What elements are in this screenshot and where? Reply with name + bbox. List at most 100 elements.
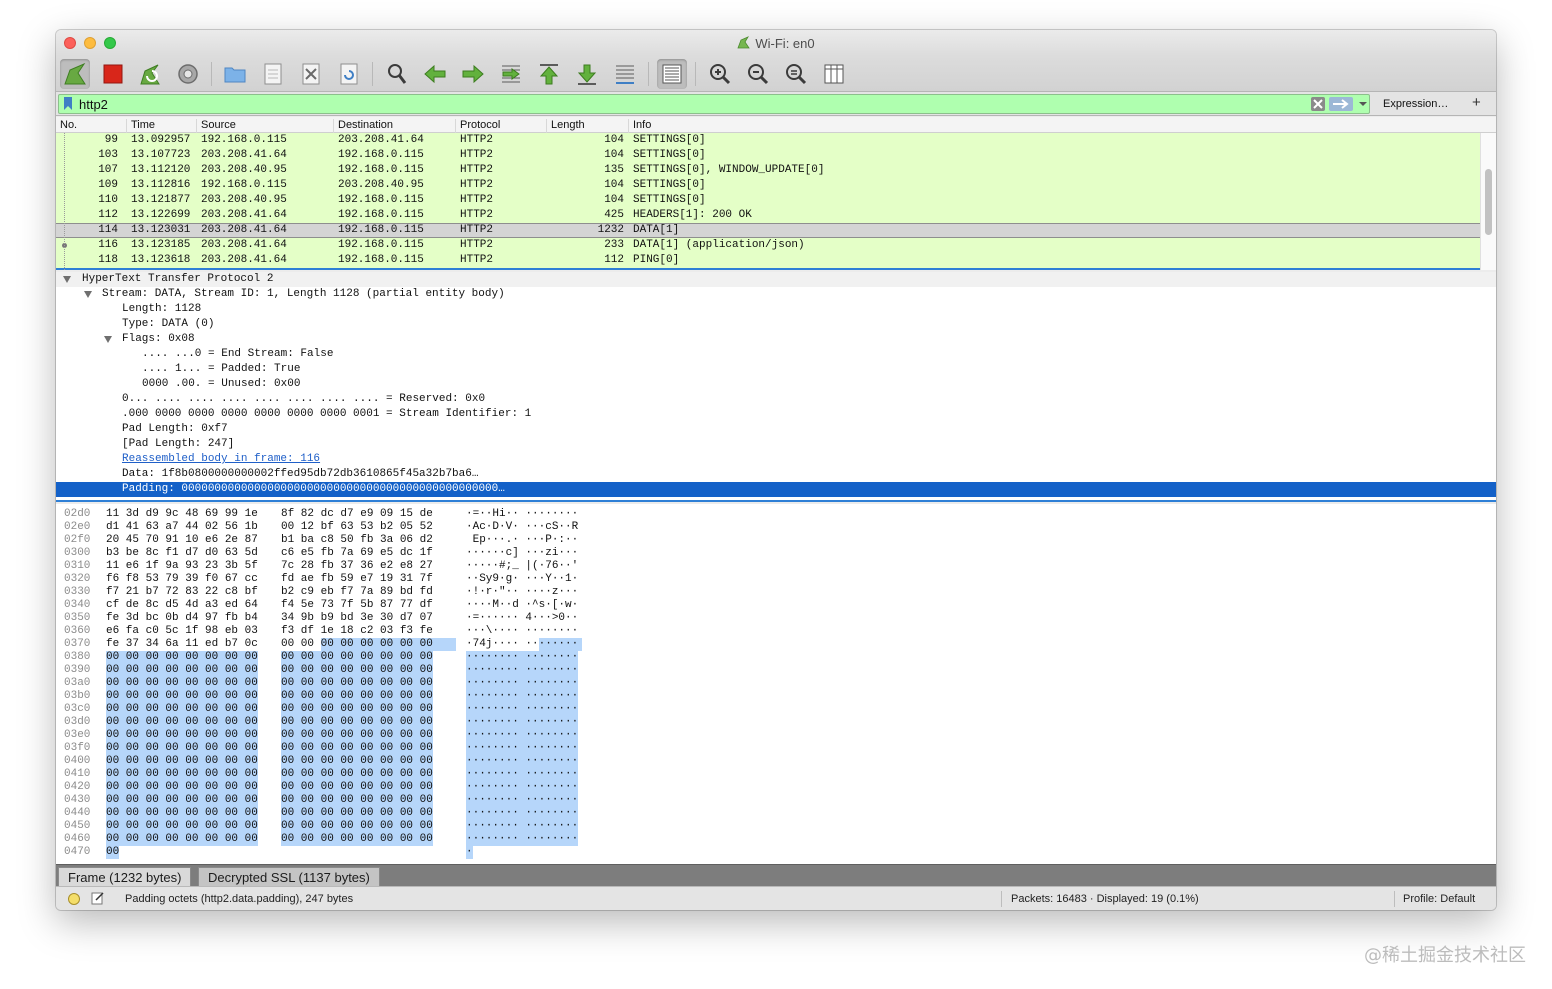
restart-capture-button[interactable] (135, 59, 165, 89)
detail-row[interactable]: Pad Length: 0xf7 (56, 422, 1496, 437)
zoom-in-button[interactable] (705, 59, 735, 89)
hex-row[interactable]: 0340 cf de 8c d5 4d a3 ed 64 f4 5e 73 7f 5… (56, 599, 1496, 612)
go-forward-button[interactable] (458, 59, 488, 89)
hex-row[interactable]: 0400 00 00 00 00 00 00 00 00 00 00 00 00 0… (56, 755, 1496, 768)
packet-row[interactable]: 118 13.123618 203.208.41.64 192.168.0.115 HT… (56, 253, 1480, 268)
col-header-time[interactable]: Time (126, 119, 196, 133)
hex-offset: 0320 (64, 573, 91, 585)
detail-row[interactable]: Stream: DATA, Stream ID: 1, Length 1128 … (56, 287, 1496, 302)
packet-cell-info: PING[0] (633, 254, 680, 266)
packet-row[interactable]: 116 13.123185 203.208.41.64 192.168.0.115 HT… (56, 238, 1480, 253)
detail-row[interactable]: [Pad Length: 247] (56, 437, 1496, 452)
save-file-button[interactable] (258, 59, 288, 89)
hex-row[interactable]: 0320 f6 f8 53 79 39 f0 67 cc fd ae fb 59 e… (56, 573, 1496, 586)
detail-row[interactable]: Type: DATA (0) (56, 317, 1496, 332)
clear-filter-icon[interactable] (1311, 97, 1325, 111)
hex-row[interactable]: 0380 00 00 00 00 00 00 00 00 00 00 00 00 0… (56, 651, 1496, 664)
expression-button[interactable]: Expression… (1383, 98, 1448, 110)
packet-row[interactable]: 109 13.112816 192.168.0.115 203.208.40.95 HT… (56, 178, 1480, 193)
hex-row[interactable]: 02e0 d1 41 63 a7 44 02 56 1b 00 12 bf 63 5… (56, 521, 1496, 534)
detail-row-selected[interactable]: Padding: 0000000000000000000000000000000… (56, 482, 1496, 497)
packet-cell-src: 192.168.0.115 (201, 179, 287, 191)
zoom-out-button[interactable] (743, 59, 773, 89)
detail-row[interactable]: HyperText Transfer Protocol 2 (56, 272, 1496, 287)
hex-row[interactable]: 03f0 00 00 00 00 00 00 00 00 00 00 00 00 0… (56, 742, 1496, 755)
capture-comment-icon[interactable] (91, 891, 105, 905)
packet-row[interactable]: 103 13.107723 203.208.41.64 192.168.0.115 HT… (56, 148, 1480, 163)
hex-row[interactable]: 0410 00 00 00 00 00 00 00 00 00 00 00 00 0… (56, 768, 1496, 781)
detail-row[interactable]: Reassembled body in frame: 116 (56, 452, 1496, 467)
hex-row[interactable]: 0310 11 e6 1f 9a 93 23 3b 5f 7c 28 fb 37 3… (56, 560, 1496, 573)
hex-row[interactable]: 03c0 00 00 00 00 00 00 00 00 00 00 00 00 0… (56, 703, 1496, 716)
detail-row[interactable]: .000 0000 0000 0000 0000 0000 0000 0001 … (56, 407, 1496, 422)
stop-capture-button[interactable] (98, 59, 128, 89)
expanded-triangle-icon[interactable] (84, 291, 92, 298)
display-filter-input[interactable] (79, 95, 1307, 113)
packet-row-selected[interactable]: 114 13.123031 203.208.41.64 192.168.0.115 HT… (56, 223, 1480, 238)
reassembled-frame-link[interactable]: Reassembled body in frame: 116 (122, 452, 320, 467)
filter-history-chevron-down-icon[interactable] (1357, 97, 1369, 111)
expanded-triangle-icon[interactable] (104, 336, 112, 343)
detail-row[interactable]: Length: 1128 (56, 302, 1496, 317)
tab-frame-bytes[interactable]: Frame (1232 bytes) (58, 867, 192, 886)
go-to-packet-button[interactable] (496, 59, 526, 89)
detail-row[interactable]: Flags: 0x08 (56, 332, 1496, 347)
detail-row[interactable]: 0... .... .... .... .... .... .... .... … (56, 392, 1496, 407)
hex-row[interactable]: 02f0 20 45 70 91 10 e6 2e 87 b1 ba c8 50 f… (56, 534, 1496, 547)
hex-row[interactable]: 0390 00 00 00 00 00 00 00 00 00 00 00 00 0… (56, 664, 1496, 677)
hex-row[interactable]: 0370 fe 37 34 6a 11 ed b7 0c 00 00 00 00 0… (56, 638, 1496, 651)
detail-row[interactable]: 0000 .00. = Unused: 0x00 (56, 377, 1496, 392)
packet-row[interactable]: 112 13.122699 203.208.41.64 192.168.0.115 HT… (56, 208, 1480, 223)
packet-row[interactable]: 110 13.121877 203.208.40.95 192.168.0.115 HT… (56, 193, 1480, 208)
reload-file-button[interactable] (334, 59, 364, 89)
status-profile[interactable]: Profile: Default (1403, 893, 1475, 905)
packet-list-scrollbar[interactable] (1480, 133, 1496, 270)
col-header-source[interactable]: Source (196, 119, 333, 133)
col-header-no[interactable]: No. (56, 119, 126, 133)
colorize-button[interactable] (657, 59, 687, 89)
hex-row[interactable]: 0420 00 00 00 00 00 00 00 00 00 00 00 00 0… (56, 781, 1496, 794)
go-last-button[interactable] (572, 59, 602, 89)
detail-row[interactable]: .... 1... = Padded: True (56, 362, 1496, 377)
col-header-destination[interactable]: Destination (333, 119, 455, 133)
resize-columns-button[interactable] (819, 59, 849, 89)
scrollbar-thumb[interactable] (1485, 169, 1492, 235)
hex-row[interactable]: 0470 00 · (56, 846, 1496, 859)
add-filter-button[interactable]: + (1472, 94, 1481, 111)
col-header-info[interactable]: Info (628, 119, 1480, 133)
go-first-button[interactable] (534, 59, 564, 89)
hex-row[interactable]: 0300 b3 be 8c f1 d7 d0 63 5d c6 e5 fb 7a 6… (56, 547, 1496, 560)
hex-row[interactable]: 03b0 00 00 00 00 00 00 00 00 00 00 00 00 0… (56, 690, 1496, 703)
col-header-length[interactable]: Length (546, 119, 628, 133)
hex-row[interactable]: 0330 f7 21 b7 72 83 22 c8 bf b2 c9 eb f7 7… (56, 586, 1496, 599)
hex-row[interactable]: 0450 00 00 00 00 00 00 00 00 00 00 00 00 0… (56, 820, 1496, 833)
packet-row[interactable]: 99 13.092957 192.168.0.115 203.208.41.64 HTT… (56, 133, 1480, 148)
expert-info-icon[interactable] (68, 893, 80, 905)
expanded-triangle-icon[interactable] (63, 276, 71, 283)
hex-row[interactable]: 0460 00 00 00 00 00 00 00 00 00 00 00 00 0… (56, 833, 1496, 846)
hex-offset: 03f0 (64, 742, 91, 754)
go-back-button[interactable] (420, 59, 450, 89)
detail-row[interactable]: .... ...0 = End Stream: False (56, 347, 1496, 362)
hex-row[interactable]: 0430 00 00 00 00 00 00 00 00 00 00 00 00 0… (56, 794, 1496, 807)
hex-row[interactable]: 03d0 00 00 00 00 00 00 00 00 00 00 00 00 0… (56, 716, 1496, 729)
bookmark-icon[interactable] (63, 97, 73, 111)
close-file-button[interactable] (296, 59, 326, 89)
start-capture-button[interactable] (60, 59, 90, 89)
detail-row[interactable]: Data: 1f8b0800000000002ffed95db72db36108… (56, 467, 1496, 482)
col-header-protocol[interactable]: Protocol (455, 119, 546, 133)
find-packet-button[interactable] (382, 59, 412, 89)
packet-row[interactable]: 107 13.112120 203.208.40.95 192.168.0.115 HT… (56, 163, 1480, 178)
hex-row[interactable]: 0360 e6 fa c0 5c 1f 98 eb 03 f3 df 1e 18 c… (56, 625, 1496, 638)
hex-row[interactable]: 0440 00 00 00 00 00 00 00 00 00 00 00 00 0… (56, 807, 1496, 820)
auto-scroll-button[interactable] (610, 59, 640, 89)
normal-size-button[interactable] (781, 59, 811, 89)
hex-row[interactable]: 03a0 00 00 00 00 00 00 00 00 00 00 00 00 0… (56, 677, 1496, 690)
apply-filter-arrow-icon[interactable] (1329, 97, 1353, 111)
capture-options-button[interactable] (173, 59, 203, 89)
hex-row[interactable]: 0350 fe 3d bc 0b d4 97 fb b4 34 9b b9 bd 3… (56, 612, 1496, 625)
open-file-button[interactable] (220, 59, 250, 89)
hex-row[interactable]: 03e0 00 00 00 00 00 00 00 00 00 00 00 00 0… (56, 729, 1496, 742)
hex-row[interactable]: 02d0 11 3d d9 9c 48 69 99 1e 8f 82 dc d7 e… (56, 508, 1496, 521)
tab-decrypted-ssl[interactable]: Decrypted SSL (1137 bytes) (198, 867, 380, 886)
